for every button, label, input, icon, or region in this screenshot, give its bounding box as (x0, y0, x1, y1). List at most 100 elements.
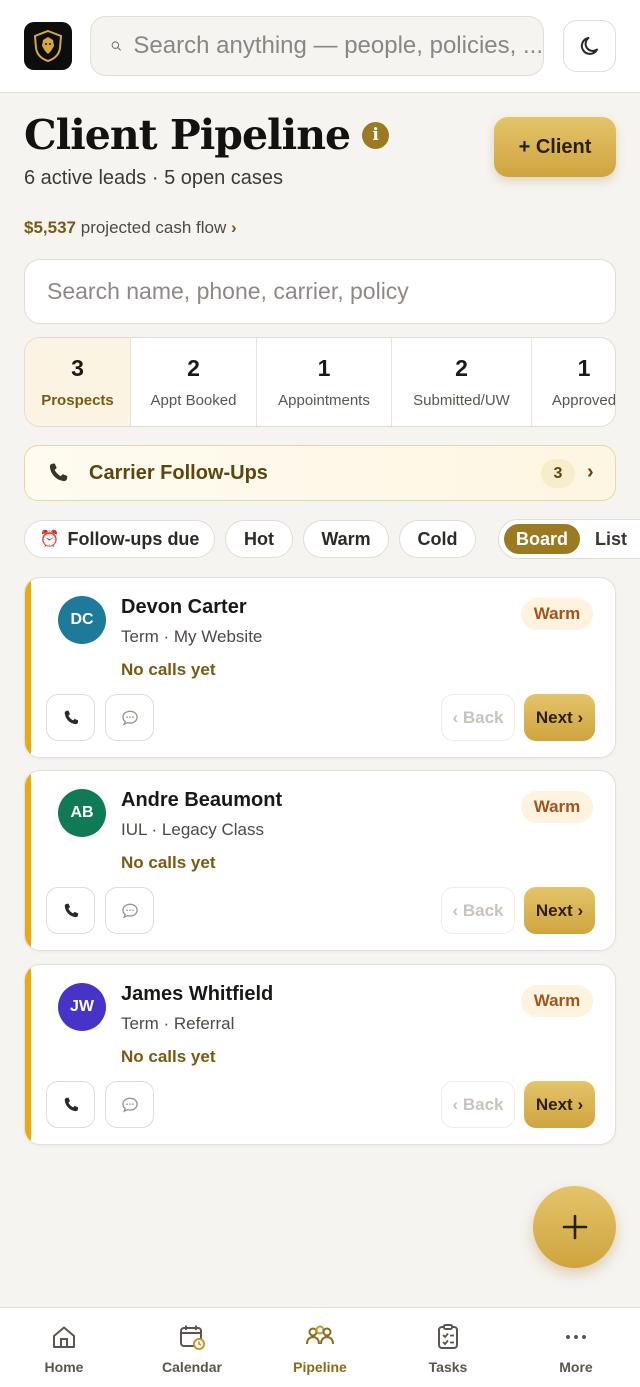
moon-icon (580, 37, 598, 55)
phone-icon (49, 463, 68, 482)
nav-more[interactable]: More (512, 1308, 640, 1387)
lead-search-placeholder: Search name, phone, carrier, policy (47, 278, 409, 304)
alarm-clock-icon: ⏰ (39, 531, 60, 548)
page-title: Client Pipeline (24, 111, 351, 159)
stage-label: Appointments (278, 392, 370, 409)
lead-search-input[interactable]: Search name, phone, carrier, policy (24, 259, 616, 324)
nav-label: More (559, 1359, 593, 1375)
lead-name[interactable]: James Whitfield (121, 983, 273, 1006)
stage-tab-submitted-uw[interactable]: 2 Submitted/UW (392, 338, 532, 426)
nav-label: Home (44, 1359, 84, 1375)
avatar: AB (58, 789, 106, 837)
lead-card[interactable]: DC Devon Carter Term · My Website No cal… (24, 577, 616, 758)
chip-label: Warm (321, 528, 371, 549)
filter-chip-hot[interactable]: Hot (225, 520, 293, 558)
nav-label: Pipeline (293, 1359, 347, 1375)
cashflow-amount: $5,537 (24, 218, 76, 237)
lead-meta: Term · Referral (121, 1014, 235, 1033)
phone-icon (64, 903, 78, 917)
chip-label: Hot (244, 528, 274, 549)
stage-tab-approved[interactable]: 1 Approved (532, 338, 616, 426)
nav-home[interactable]: Home (0, 1308, 128, 1387)
next-stage-button[interactable]: Next › (524, 1081, 595, 1128)
stage-tab-prospects[interactable]: 3 Prospects (25, 338, 131, 426)
back-stage-button[interactable]: ‹ Back (441, 887, 515, 934)
lead-name[interactable]: Devon Carter (121, 596, 247, 619)
stage-tab-appointments[interactable]: 1 Appointments (257, 338, 392, 426)
next-stage-button[interactable]: Next › (524, 694, 595, 741)
call-button[interactable] (46, 1081, 95, 1128)
filter-chip-followups-due[interactable]: ⏰ Follow-ups due (24, 520, 215, 558)
message-button[interactable] (105, 694, 154, 741)
nav-calendar[interactable]: Calendar (128, 1308, 256, 1387)
chat-bubble-icon (121, 903, 138, 919)
chat-bubble-icon (121, 1097, 138, 1113)
phone-icon (64, 1097, 78, 1111)
lead-call-status: No calls yet (121, 1047, 216, 1066)
chevron-right-icon: › (231, 218, 237, 237)
lead-meta: IUL · Legacy Class (121, 820, 264, 839)
avatar: JW (58, 983, 106, 1031)
pipeline-summary: 6 active leads · 5 open cases (24, 167, 284, 189)
stage-count: 2 (455, 355, 468, 381)
call-button[interactable] (46, 694, 95, 741)
filter-chip-warm[interactable]: Warm (303, 520, 389, 558)
nav-label: Calendar (162, 1359, 222, 1375)
back-stage-button[interactable]: ‹ Back (441, 694, 515, 741)
temperature-badge: Warm (521, 985, 593, 1017)
filter-bar: ⏰ Follow-ups due Hot Warm Cold Board Lis… (24, 519, 640, 559)
lead-card[interactable]: JW James Whitfield Term · Referral No ca… (24, 964, 616, 1145)
lead-call-status: No calls yet (121, 660, 216, 679)
view-board-button[interactable]: Board (504, 524, 580, 554)
message-button[interactable] (105, 887, 154, 934)
add-fab-button[interactable] (533, 1186, 616, 1268)
stage-label: Prospects (41, 392, 114, 409)
calendar-icon (180, 1325, 205, 1350)
people-icon (306, 1325, 334, 1345)
cashflow-link[interactable]: $5,537 projected cash flow › (24, 218, 237, 238)
stage-label: Submitted/UW (413, 392, 510, 409)
more-icon (566, 1335, 586, 1339)
nav-tasks[interactable]: Tasks (384, 1308, 512, 1387)
temperature-badge: Warm (521, 598, 593, 630)
temperature-badge: Warm (521, 791, 593, 823)
phone-icon (64, 710, 78, 724)
stage-count: 1 (317, 355, 331, 381)
lead-name[interactable]: Andre Beaumont (121, 789, 282, 812)
message-button[interactable] (105, 1081, 154, 1128)
stage-tab-appt-booked[interactable]: 2 Appt Booked (131, 338, 257, 426)
chevron-right-icon: › (587, 461, 594, 483)
view-toggle: Board List (498, 519, 640, 559)
lead-call-status: No calls yet (121, 853, 216, 872)
avatar: DC (58, 596, 106, 644)
chip-label: Follow-ups due (67, 528, 200, 549)
app-logo[interactable] (24, 22, 72, 70)
stage-tabs: 3 Prospects 2 Appt Booked 1 Appointments… (24, 337, 616, 427)
lead-card[interactable]: AB Andre Beaumont IUL · Legacy Class No … (24, 770, 616, 951)
clipboard-icon (438, 1324, 458, 1349)
add-client-button[interactable]: + Client (494, 117, 616, 177)
call-button[interactable] (46, 887, 95, 934)
home-icon (53, 1326, 75, 1348)
nav-pipeline[interactable]: Pipeline (256, 1308, 384, 1387)
stage-count: 2 (187, 355, 200, 381)
carrier-followups-label: Carrier Follow-Ups (89, 461, 268, 484)
global-search-placeholder: Search anything — people, policies, ... (133, 32, 543, 59)
carrier-followups-count: 3 (541, 459, 575, 488)
search-icon (111, 41, 121, 51)
back-stage-button[interactable]: ‹ Back (441, 1081, 515, 1128)
carrier-followups-banner[interactable]: Carrier Follow-Ups 3 › (24, 445, 616, 501)
filter-chip-cold[interactable]: Cold (399, 520, 476, 558)
global-search-input[interactable]: Search anything — people, policies, ... (90, 16, 544, 76)
info-icon[interactable]: i (362, 121, 390, 149)
dark-mode-toggle[interactable] (563, 20, 616, 72)
next-stage-button[interactable]: Next › (524, 887, 595, 934)
nav-label: Tasks (428, 1359, 468, 1375)
chip-label: Cold (417, 528, 458, 549)
stage-label: Approved (551, 392, 616, 409)
lion-crest-icon (33, 29, 63, 63)
lead-meta: Term · My Website (121, 627, 263, 646)
bottom-nav: Home Calendar Pipeline Tasks More (0, 1307, 640, 1387)
view-list-button[interactable]: List (595, 529, 627, 550)
stage-label: Appt Booked (150, 392, 237, 409)
